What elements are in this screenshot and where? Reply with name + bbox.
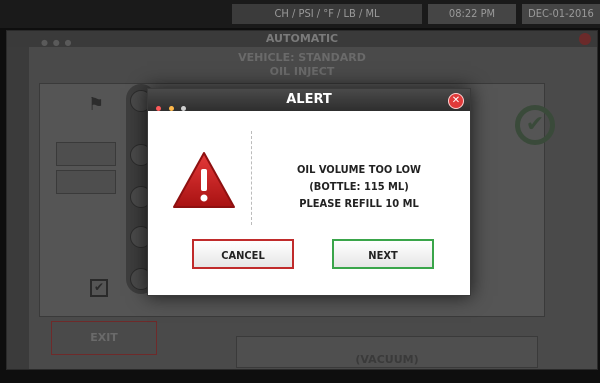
- step-box: [56, 170, 116, 194]
- next-button[interactable]: NEXT: [332, 239, 434, 269]
- vacuum-box: (VACUUM): [236, 336, 538, 368]
- alert-message-line2: (BOTTLE: 115 ML): [309, 180, 409, 193]
- left-sidebar: [7, 47, 29, 369]
- alert-message: OIL VOLUME TOO LOW (BOTTLE: 115 ML) PLEA…: [258, 161, 460, 212]
- units-indicator: CH / PSI / °F / LB / ML: [232, 4, 422, 24]
- alert-dialog: ALERT ✕ OIL VOLUME TOO LOW (BOTTLE: 115 …: [147, 88, 471, 296]
- divider: [251, 131, 252, 225]
- titlebar-dots-icon: [156, 97, 189, 111]
- checkbox-icon: ✔: [90, 279, 108, 297]
- clock-time: 08:22 PM: [428, 4, 516, 24]
- exit-button[interactable]: EXIT: [51, 321, 157, 355]
- vacuum-label: (VACUUM): [355, 353, 419, 366]
- window-title: AUTOMATIC: [265, 32, 339, 45]
- dot-red: [156, 106, 161, 111]
- alert-message-line3: PLEASE REFILL 10 ML: [299, 197, 419, 210]
- window-titlebar: ● ● ● AUTOMATIC: [7, 31, 597, 47]
- alert-message-line1: OIL VOLUME TOO LOW: [297, 163, 421, 176]
- step-box: [56, 142, 116, 166]
- window-dots-icon: ● ● ●: [41, 38, 73, 47]
- vehicle-info: VEHICLE: STANDARD OIL INJECT: [7, 51, 597, 79]
- window-close-icon[interactable]: [579, 33, 591, 45]
- check-circle-icon: ✔: [515, 105, 555, 145]
- cancel-button[interactable]: CANCEL: [192, 239, 294, 269]
- alert-title: ALERT: [286, 92, 332, 107]
- warning-triangle-icon: [173, 152, 235, 208]
- dot-orange: [168, 106, 174, 111]
- checkered-flag-icon: ⚑: [88, 94, 105, 115]
- alert-titlebar: ALERT ✕: [148, 89, 470, 111]
- clock-date: DEC-01-2016: [522, 4, 600, 24]
- screen: CH / PSI / °F / LB / ML 08:22 PM DEC-01-…: [0, 0, 600, 376]
- close-icon[interactable]: ✕: [448, 93, 464, 109]
- dot-grey: [181, 106, 187, 111]
- status-bar: CH / PSI / °F / LB / ML 08:22 PM DEC-01-…: [0, 0, 600, 28]
- vehicle-type: VEHICLE: STANDARD: [238, 51, 366, 64]
- vehicle-mode: OIL INJECT: [269, 65, 335, 78]
